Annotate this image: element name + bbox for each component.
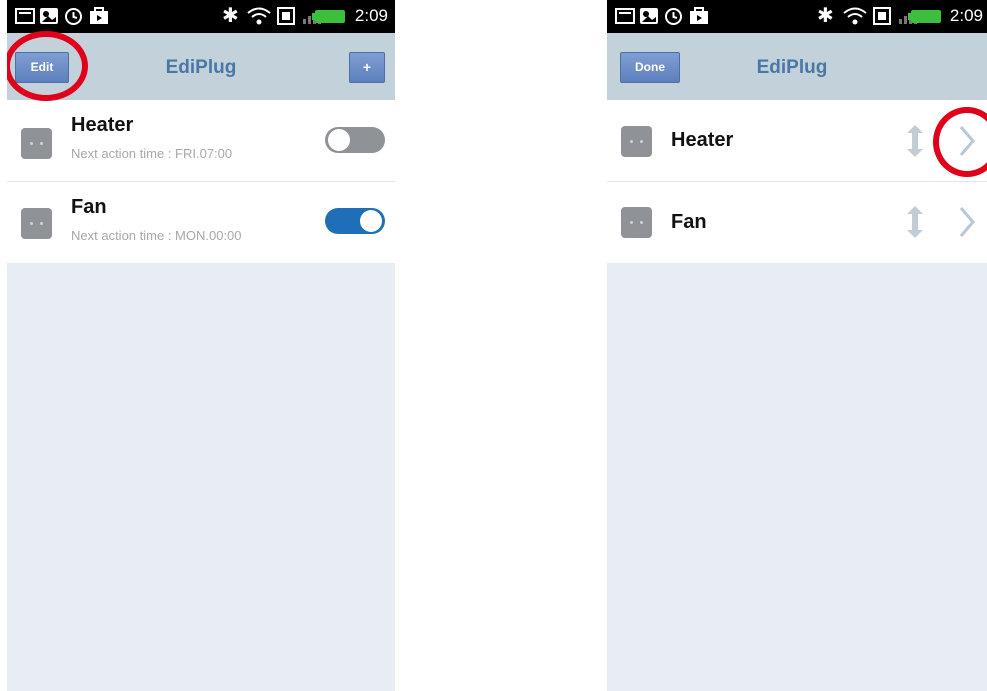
power-toggle-fan[interactable] [325,208,385,234]
highlight-circle-edit [7,31,88,101]
right-phone-screen: ✱ 2:09 Done EdiPlug Heater Fan [607,0,987,691]
plug-icon [621,126,652,157]
status-bar: ✱ 2:09 [7,0,395,33]
nav-bar: Done EdiPlug [607,33,987,100]
device-row-fan[interactable]: Fan [607,182,987,263]
wifi-icon [843,7,867,25]
device-name: Fan [671,211,707,233]
gallery-icon [640,8,658,24]
message-icon [15,8,35,24]
nfc-icon [277,7,295,25]
plug-icon [21,208,52,239]
bluetooth-icon: ✱ [817,5,834,27]
reorder-icon[interactable] [904,123,926,159]
store-icon [690,7,708,24]
sync-icon [665,8,682,25]
message-icon [615,8,635,24]
wifi-icon [247,7,271,25]
reorder-icon[interactable] [904,204,926,240]
sync-icon [65,8,82,25]
battery-icon [908,10,941,23]
bluetooth-icon: ✱ [222,5,239,27]
device-name: Heater [71,114,134,136]
battery-icon [312,10,345,23]
left-phone-screen: ✱ 2:09 Edit EdiPlug + Heater Next action… [7,0,395,691]
chevron-right-icon[interactable] [957,205,977,239]
next-action-time: Next action time : FRI.07:00 [71,146,233,161]
plug-icon [21,128,52,159]
plug-icon [621,207,652,238]
page-title: EdiPlug [756,57,828,78]
status-time: 2:09 [949,6,983,25]
nfc-icon [873,7,891,25]
device-row-fan[interactable]: Fan Next action time : MON.00:00 [7,182,395,263]
toggle-knob [360,210,382,232]
device-row-heater[interactable]: Heater Next action time : FRI.07:00 [7,100,395,181]
status-time: 2:09 [354,6,388,25]
store-icon [90,7,108,24]
device-name: Fan [71,196,107,218]
gallery-icon [40,8,58,24]
add-device-button[interactable]: + [349,52,385,83]
device-row-heater[interactable]: Heater [607,100,987,181]
next-action-time: Next action time : MON.00:00 [71,228,242,243]
power-toggle-heater[interactable] [325,127,385,153]
toggle-knob [328,129,350,151]
status-bar: ✱ 2:09 [607,0,987,33]
device-name: Heater [671,129,734,151]
